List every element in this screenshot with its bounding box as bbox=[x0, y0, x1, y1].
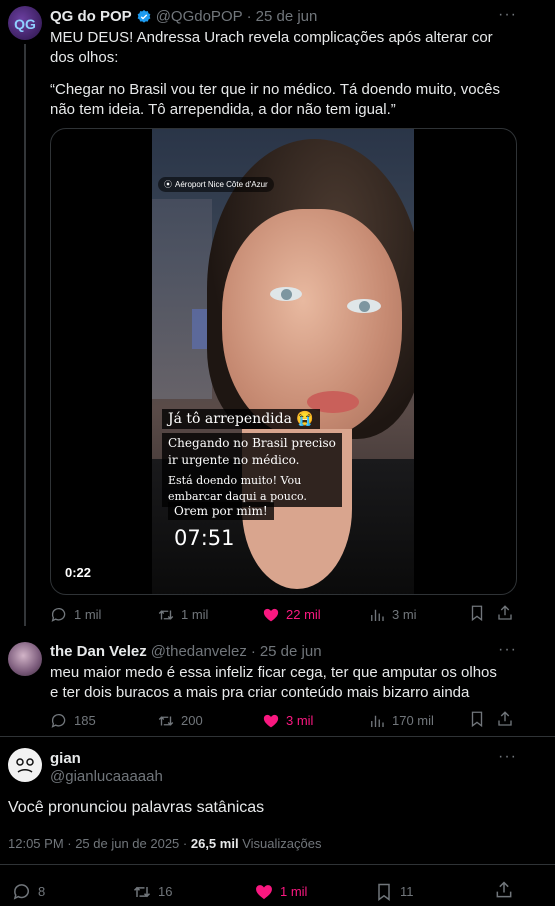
main-views-count: 26,5 mil bbox=[190, 836, 239, 851]
heart-filled-icon bbox=[263, 714, 279, 727]
separator-dot: · bbox=[246, 8, 252, 25]
share-button[interactable] bbox=[494, 880, 514, 903]
bookmark-button[interactable]: 11 bbox=[374, 882, 494, 902]
tweet1-date[interactable]: 25 de jun bbox=[256, 8, 318, 25]
like-count: 1 mil bbox=[280, 884, 308, 899]
retweet-button[interactable]: 1 mil bbox=[157, 606, 262, 624]
retweet-icon bbox=[133, 886, 151, 897]
views-button[interactable]: 3 mi bbox=[368, 606, 468, 624]
tweet1-actions: 1 mil 1 mil 22 mil 3 mi bbox=[50, 604, 515, 625]
main-actions: 8 16 1 mil 11 bbox=[12, 880, 517, 903]
reply-count: 1 mil bbox=[74, 607, 102, 622]
retweet-count: 200 bbox=[181, 713, 203, 728]
video-clock: 07:51 bbox=[174, 526, 235, 550]
retweet-count: 16 bbox=[158, 884, 173, 899]
reply-count: 8 bbox=[38, 884, 46, 899]
avatar-thedanvelez[interactable] bbox=[8, 642, 42, 676]
tweet1-text-1: MEU DEUS! Andressa Urach revela complica… bbox=[50, 29, 493, 66]
main-timestamp[interactable]: 12:05 PM · 25 de jun de 2025 · bbox=[8, 836, 191, 851]
share-button[interactable] bbox=[496, 604, 514, 625]
reply-button[interactable]: 1 mil bbox=[50, 606, 157, 624]
tweet1-author-name[interactable]: QG do POP bbox=[50, 8, 132, 25]
video-caption-2: Chegando no Brasil preciso ir urgente no… bbox=[162, 433, 342, 471]
location-tag: ⦿ Aéroport Nice Côte d'Azur bbox=[158, 177, 274, 192]
avatar-gian[interactable] bbox=[8, 748, 42, 782]
tweet1-handle[interactable]: @QGdoPOP bbox=[156, 8, 243, 25]
bookmark-icon bbox=[471, 711, 483, 728]
heart-filled-icon bbox=[263, 608, 279, 621]
like-button[interactable]: 1 mil bbox=[254, 882, 374, 902]
views-count: 3 mi bbox=[392, 607, 417, 622]
eye-right bbox=[347, 299, 381, 313]
main-text: Você pronunciou palavras satânicas bbox=[8, 799, 265, 816]
retweet-icon bbox=[158, 715, 174, 726]
bookmark-icon bbox=[378, 883, 390, 901]
reply-icon bbox=[51, 607, 66, 622]
location-text: Aéroport Nice Côte d'Azur bbox=[175, 180, 268, 189]
tweet2-actions: 185 200 3 mil 170 mil bbox=[50, 710, 515, 731]
bookmark-icon bbox=[471, 605, 483, 622]
thread-line bbox=[24, 44, 26, 626]
cartoon-face-icon bbox=[16, 758, 34, 773]
like-button[interactable]: 3 mil bbox=[262, 712, 368, 730]
like-button[interactable]: 22 mil bbox=[262, 606, 368, 624]
retweet-count: 1 mil bbox=[181, 607, 209, 622]
share-button[interactable] bbox=[496, 710, 514, 731]
pin-icon: ⦿ bbox=[164, 180, 172, 189]
verified-badge-icon bbox=[137, 9, 151, 23]
svg-text:QG: QG bbox=[14, 16, 36, 32]
main-views-label: Visualizações bbox=[242, 836, 322, 851]
views-button[interactable]: 170 mil bbox=[368, 712, 468, 730]
views-icon bbox=[371, 609, 384, 621]
reply-count: 185 bbox=[74, 713, 96, 728]
eye-left bbox=[270, 287, 302, 301]
video-frame: ⦿ Aéroport Nice Côte d'Azur Já tô arrepe… bbox=[152, 129, 414, 594]
share-icon bbox=[498, 711, 512, 726]
main-more-icon[interactable]: ··· bbox=[498, 748, 517, 766]
video-duration: 0:22 bbox=[65, 565, 92, 580]
share-icon bbox=[496, 881, 512, 898]
bookmark-button[interactable] bbox=[468, 604, 496, 625]
main-author-name[interactable]: gian bbox=[50, 750, 81, 767]
divider bbox=[0, 736, 555, 737]
views-icon bbox=[371, 715, 384, 727]
bookmark-count: 11 bbox=[400, 884, 414, 899]
tweet2-more-icon[interactable]: ··· bbox=[498, 641, 517, 659]
like-count: 22 mil bbox=[286, 607, 321, 622]
bookmark-button[interactable] bbox=[468, 710, 496, 731]
tweet1-video[interactable]: ⦿ Aéroport Nice Côte d'Azur Já tô arrepe… bbox=[50, 128, 517, 595]
tweet2-author-name[interactable]: the Dan Velez bbox=[50, 643, 147, 660]
avatar-qgdopop[interactable]: QG bbox=[8, 6, 42, 40]
tweet2-text: meu maior medo é essa infeliz ficar cega… bbox=[50, 664, 497, 701]
bg-building bbox=[152, 199, 212, 399]
heart-filled-icon bbox=[256, 884, 272, 899]
retweet-icon bbox=[158, 609, 174, 620]
divider bbox=[0, 864, 555, 865]
reply-button[interactable]: 8 bbox=[12, 882, 132, 902]
reply-button[interactable]: 185 bbox=[50, 712, 157, 730]
tweet1-more-icon[interactable]: ··· bbox=[498, 6, 517, 24]
tweet1-text-2: “Chegar no Brasil vou ter que ir no médi… bbox=[50, 81, 500, 118]
main-handle[interactable]: @gianlucaaaaah bbox=[50, 768, 163, 785]
retweet-button[interactable]: 16 bbox=[132, 882, 254, 902]
separator-dot: · bbox=[250, 643, 256, 660]
views-count: 170 mil bbox=[392, 713, 434, 728]
tweet2-date[interactable]: 25 de jun bbox=[260, 643, 322, 660]
video-caption-1: Já tô arrependida 😭 bbox=[162, 409, 320, 429]
share-icon bbox=[498, 605, 512, 620]
reply-icon bbox=[13, 883, 29, 900]
reply-icon bbox=[51, 713, 66, 728]
tweet2-handle[interactable]: @thedanvelez bbox=[151, 643, 247, 660]
main-meta: 12:05 PM · 25 de jun de 2025 · 26,5 mil … bbox=[8, 836, 321, 851]
qg-logo-icon: QG bbox=[14, 16, 36, 32]
retweet-button[interactable]: 200 bbox=[157, 712, 262, 730]
tweet1-header: QG do POP @QGdoPOP · 25 de jun bbox=[50, 8, 317, 25]
like-count: 3 mil bbox=[286, 713, 314, 728]
video-caption-4: Orem por mim! bbox=[168, 502, 274, 520]
tweet2-header: the Dan Velez @thedanvelez · 25 de jun bbox=[50, 643, 322, 660]
